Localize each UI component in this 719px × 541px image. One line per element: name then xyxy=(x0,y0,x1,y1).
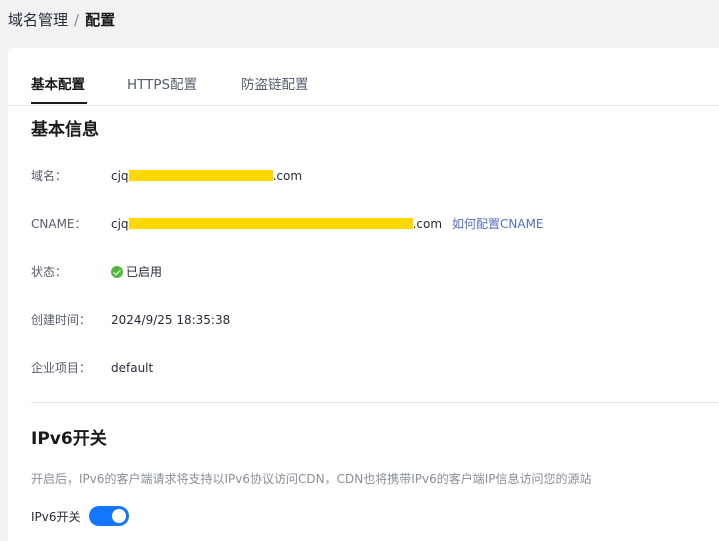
cname-value: cjq .com 如何配置CNAME xyxy=(111,216,544,232)
status-value: 已启用 xyxy=(111,264,162,280)
domain-value: cjq .com xyxy=(111,168,302,184)
ipv6-toggle-switch[interactable] xyxy=(89,506,129,526)
breadcrumb-separator: / xyxy=(74,11,80,29)
domain-prefix: cjq xyxy=(111,169,129,183)
section-divider xyxy=(31,402,719,403)
cname-label: CNAME： xyxy=(31,217,87,231)
tab-https-config[interactable]: HTTPS配置 xyxy=(127,76,197,94)
cname-redaction xyxy=(128,218,413,229)
enterprise-project-value: default xyxy=(111,361,154,375)
basic-info-title: 基本信息 xyxy=(31,120,99,140)
tab-bar: 基本配置 HTTPS配置 防盗链配置 xyxy=(8,48,719,106)
tab-hotlink-protection[interactable]: 防盗链配置 xyxy=(241,76,309,94)
ipv6-description: 开启后，IPv6的客户端请求将支持以IPv6协议访问CDN，CDN也将携带IPv… xyxy=(31,472,592,486)
toggle-knob xyxy=(112,509,126,523)
active-tab-indicator xyxy=(31,102,87,104)
cname-suffix: .com xyxy=(412,217,443,231)
created-time-label: 创建时间： xyxy=(31,313,92,327)
ipv6-title: IPv6开关 xyxy=(31,429,107,449)
how-to-config-cname-link[interactable]: 如何配置CNAME xyxy=(452,217,544,231)
cname-prefix: cjq xyxy=(111,217,129,231)
domain-redaction xyxy=(128,170,273,181)
domain-label: 域名： xyxy=(31,169,68,183)
enterprise-project-label: 企业项目： xyxy=(31,361,92,375)
check-circle-icon xyxy=(111,266,123,278)
tab-basic-config[interactable]: 基本配置 xyxy=(31,76,85,94)
breadcrumb-current: 配置 xyxy=(85,11,116,29)
config-card: 基本配置 HTTPS配置 防盗链配置 基本信息 域名： cjq .com CNAM… xyxy=(8,48,719,541)
status-label: 状态： xyxy=(31,265,68,279)
domain-suffix: .com xyxy=(272,169,303,183)
created-time-value: 2024/9/25 18:35:38 xyxy=(111,313,231,327)
status-text: 已启用 xyxy=(126,265,163,279)
ipv6-toggle-label: IPv6开关 xyxy=(31,510,81,524)
breadcrumb: 域名管理 / 配置 xyxy=(8,10,115,30)
breadcrumb-domain-management[interactable]: 域名管理 xyxy=(8,11,68,29)
